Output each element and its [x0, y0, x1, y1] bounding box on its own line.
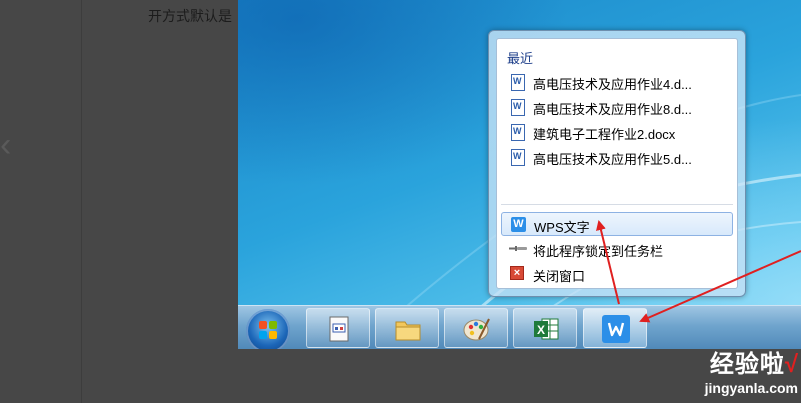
- background-text-fragment: 开方式默认是: [148, 8, 232, 24]
- taskbar: X: [238, 305, 801, 349]
- recent-item[interactable]: 高电压技术及应用作业4.d...: [501, 71, 733, 95]
- open-wps-writer-label: WPS文字: [534, 220, 590, 235]
- taskbar-item-file-explorer[interactable]: [375, 308, 439, 348]
- word-document-icon: [511, 124, 525, 141]
- taskbar-jump-list: 最近 高电压技术及应用作业4.d... 高电压技术及应用作业8.d... 建筑电…: [488, 30, 746, 297]
- wps-writer-icon: [602, 315, 630, 343]
- taskbar-item-excel[interactable]: X: [513, 308, 577, 348]
- document-viewer-icon: [329, 316, 349, 342]
- jump-list-panel: 最近 高电压技术及应用作业4.d... 高电压技术及应用作业8.d... 建筑电…: [496, 38, 738, 289]
- recent-item[interactable]: 高电压技术及应用作业5.d...: [501, 146, 733, 170]
- close-icon: ×: [510, 266, 524, 280]
- jump-list-divider: [501, 204, 733, 205]
- wps-writer-icon: W: [511, 217, 526, 232]
- close-window-label: 关闭窗口: [533, 269, 586, 284]
- recent-item-label: 高电压技术及应用作业8.d...: [533, 102, 692, 117]
- watermark: 经验啦√ jingyanla.com: [680, 351, 798, 399]
- watermark-cn: 经验啦: [709, 351, 785, 378]
- taskbar-item-paint[interactable]: [444, 308, 508, 348]
- word-document-icon: [511, 99, 525, 116]
- word-document-icon: [511, 74, 525, 91]
- recent-item[interactable]: 建筑电子工程作业2.docx: [501, 121, 733, 145]
- watermark-url: jingyanla.com: [704, 380, 798, 396]
- recent-item[interactable]: 高电压技术及应用作业8.d...: [501, 96, 733, 120]
- taskbar-item-wps-writer[interactable]: [583, 308, 647, 348]
- recent-item-label: 高电压技术及应用作业4.d...: [533, 77, 692, 92]
- start-button[interactable]: [246, 309, 290, 349]
- pin-icon: [509, 246, 527, 251]
- svg-text:X: X: [537, 323, 545, 337]
- folder-icon: [395, 321, 421, 341]
- open-wps-writer-item[interactable]: W WPS文字: [501, 212, 733, 236]
- word-document-icon: [511, 149, 525, 166]
- close-window-item[interactable]: × 关闭窗口: [501, 262, 733, 286]
- watermark-cn-row: 经验啦√: [680, 351, 798, 379]
- recent-heading: 最近: [507, 51, 534, 66]
- recent-item-label: 建筑电子工程作业2.docx: [533, 127, 676, 142]
- recent-item-label: 高电压技术及应用作业5.d...: [533, 152, 692, 167]
- column-divider: [81, 0, 82, 403]
- taskbar-item-document-viewer[interactable]: [306, 308, 370, 348]
- pin-to-taskbar-label: 将此程序锁定到任务栏: [533, 244, 664, 259]
- previous-page-arrow-icon[interactable]: ‹: [0, 128, 11, 162]
- watermark-check: √: [784, 351, 798, 378]
- excel-icon: X: [534, 318, 559, 340]
- pin-to-taskbar-item[interactable]: 将此程序锁定到任务栏: [501, 237, 733, 261]
- paint-palette-icon: [463, 318, 490, 341]
- windows-logo-icon: [259, 321, 277, 339]
